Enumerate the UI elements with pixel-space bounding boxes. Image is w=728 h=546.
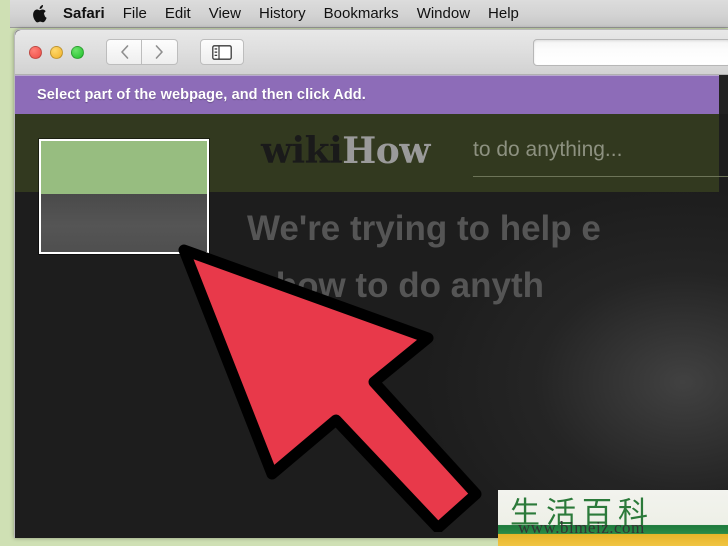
logo-text-how: How — [342, 130, 430, 172]
navigation-buttons — [106, 39, 178, 65]
address-bar[interactable] — [533, 39, 728, 66]
page-selection-rectangle[interactable] — [39, 139, 209, 254]
selection-region-header — [41, 141, 207, 194]
screenshot-root: Safari File Edit View History Bookmarks … — [0, 0, 728, 546]
menu-item-view[interactable]: View — [200, 0, 250, 28]
notice-message: Select part of the webpage, and then cli… — [37, 87, 366, 103]
menu-item-history[interactable]: History — [250, 0, 315, 28]
chevron-left-icon — [120, 45, 128, 59]
safari-window: Select part of the webpage, and then cli… — [14, 29, 728, 538]
hero-headline: We're trying to help e rn how to do anyt… — [231, 200, 728, 314]
sidebar-toggle-icon — [212, 44, 232, 60]
macos-menu-bar: Safari File Edit View History Bookmarks … — [10, 0, 728, 28]
menu-item-safari[interactable]: Safari — [54, 0, 114, 28]
chevron-right-icon — [155, 45, 163, 59]
site-search-placeholder: to do anything... — [473, 138, 623, 161]
apple-logo-icon[interactable] — [24, 4, 54, 23]
address-input[interactable] — [534, 40, 728, 65]
forward-button[interactable] — [142, 39, 178, 65]
menu-item-help[interactable]: Help — [479, 0, 528, 28]
watermark-url: www.bimeiz.com — [518, 518, 645, 537]
sidebar-toggle-button[interactable] — [200, 39, 244, 65]
zoom-button[interactable] — [71, 45, 84, 59]
window-controls — [29, 45, 84, 59]
hero-headline-line-1: We're trying to help e — [247, 209, 601, 248]
browser-toolbar — [15, 30, 728, 75]
site-search-field[interactable]: to do anything... — [473, 138, 728, 177]
watermark: 生活百科 www.bimeiz.com — [498, 490, 728, 546]
hero-headline-line-2: rn how to do anyth — [231, 266, 545, 305]
minimize-button[interactable] — [50, 45, 63, 59]
reading-list-notice-bar: Select part of the webpage, and then cli… — [15, 75, 719, 114]
close-button[interactable] — [29, 45, 42, 59]
menu-item-bookmarks[interactable]: Bookmarks — [315, 0, 408, 28]
menu-item-file[interactable]: File — [114, 0, 156, 28]
wikihow-logo[interactable]: wikiHow — [261, 130, 430, 172]
menu-item-edit[interactable]: Edit — [156, 0, 200, 28]
webpage-viewport: wikiHow to do anything... We're trying t… — [15, 114, 728, 538]
menu-item-window[interactable]: Window — [408, 0, 479, 28]
selection-region-body — [41, 194, 207, 252]
logo-text-wiki: wiki — [261, 130, 343, 172]
back-button[interactable] — [106, 39, 142, 65]
